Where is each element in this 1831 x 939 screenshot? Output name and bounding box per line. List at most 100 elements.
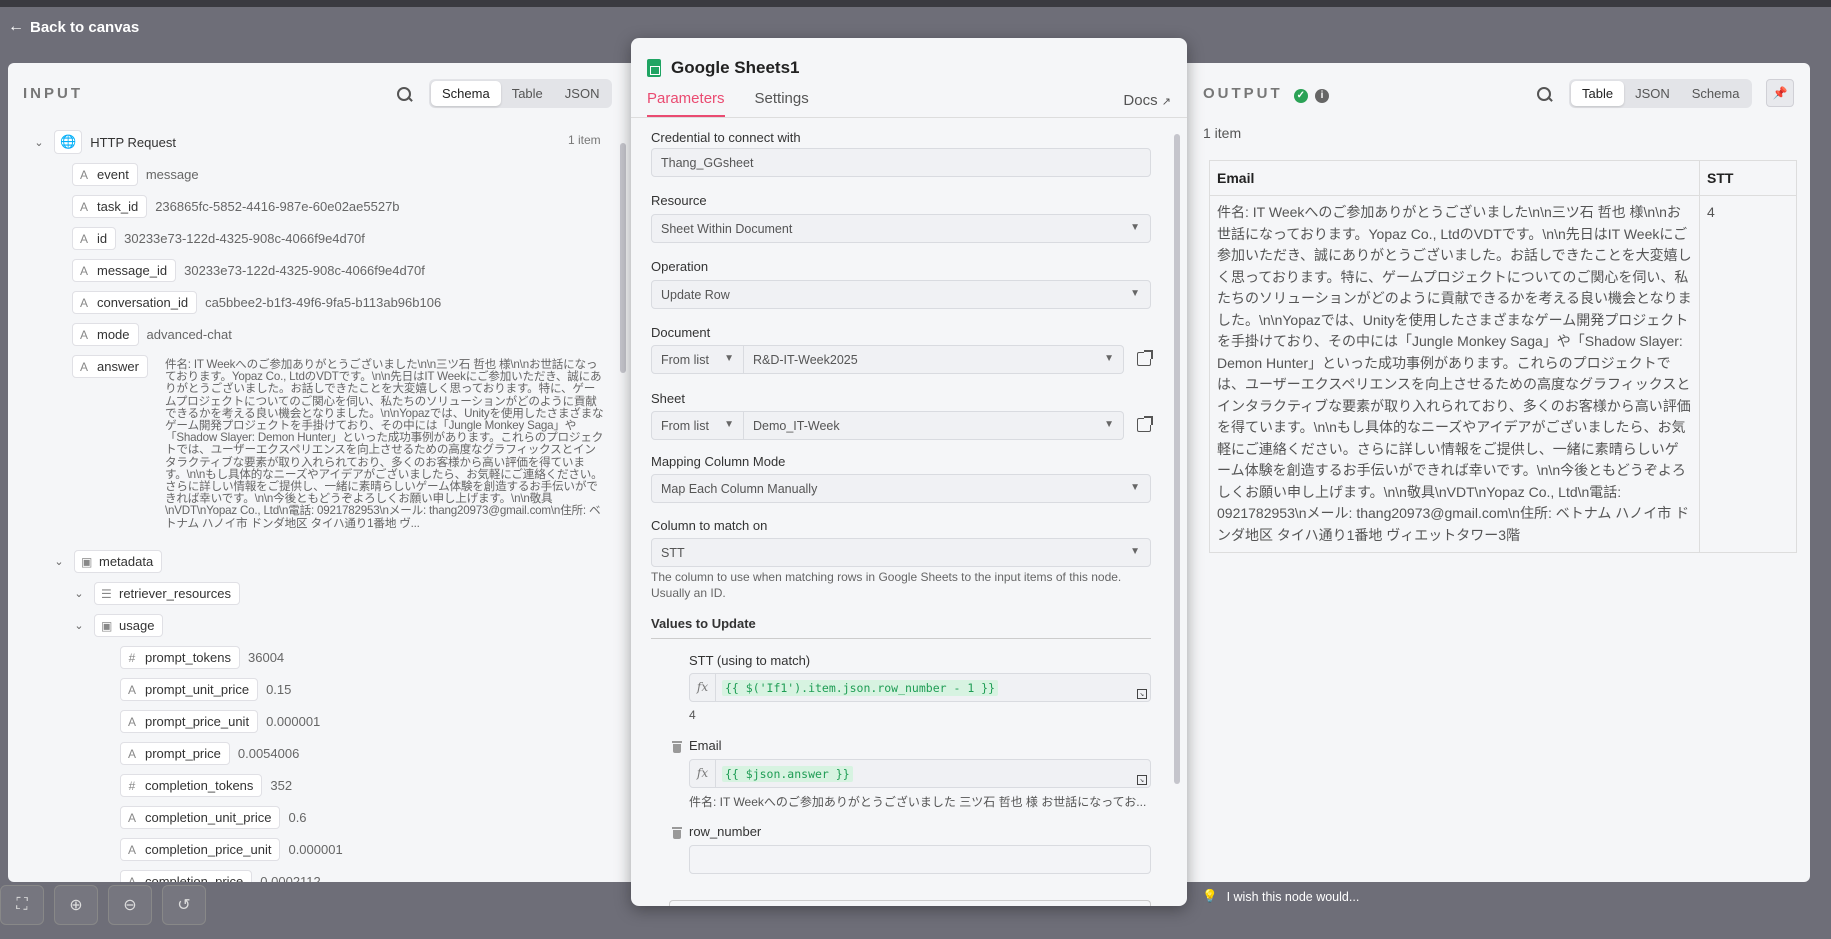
field-prompt-tokens[interactable]: # prompt_tokens 36004: [120, 646, 284, 669]
fit-view-icon[interactable]: ⛶: [0, 885, 44, 925]
stt-expression-code: {{ $('If1').item.json.row_number - 1 }}: [722, 680, 999, 696]
field-answer[interactable]: Aanswer: [72, 355, 148, 378]
chevron-down-icon[interactable]: ⌄: [72, 587, 86, 600]
list-icon: ☰: [101, 586, 112, 601]
open-external-icon[interactable]: [1137, 350, 1153, 366]
expand-icon[interactable]: ↘: [1137, 689, 1147, 699]
email-expression-input[interactable]: fx {{ $json.answer }} ↘: [689, 759, 1151, 788]
field-completion-price[interactable]: Acompletion_price 0.0002112: [120, 870, 321, 882]
document-mode-select[interactable]: From list ▼: [651, 345, 744, 374]
field-completion-unit-price[interactable]: Acompletion_unit_price 0.6: [120, 806, 307, 829]
chevron-down-icon: ▼: [1130, 288, 1140, 299]
tab-settings[interactable]: Settings: [755, 90, 809, 117]
input-view-json[interactable]: JSON: [554, 81, 611, 106]
email-field-label: Email: [689, 738, 722, 753]
chevron-down-icon[interactable]: ⌄: [52, 555, 66, 568]
credential-label: Credential to connect with: [651, 130, 801, 145]
chevron-down-icon: ▼: [1104, 353, 1114, 364]
sheet-select[interactable]: Demo_IT-Week ▼: [744, 411, 1124, 440]
docs-link[interactable]: Docs ↗: [1123, 92, 1171, 109]
search-icon[interactable]: [1537, 87, 1553, 103]
google-sheets-icon: [647, 59, 661, 77]
input-view-table[interactable]: Table: [501, 81, 554, 106]
node-tabs: Parameters Settings: [647, 90, 809, 117]
table-row: 件名: IT Weekへのご参加ありがとうございました\n\n三ツ石 哲也 様\…: [1209, 195, 1797, 553]
row-number-input[interactable]: [689, 845, 1151, 874]
feedback-link[interactable]: 💡 I wish this node would...: [1202, 889, 1359, 904]
stt-expression-input[interactable]: fx {{ $('If1').item.json.row_number - 1 …: [689, 673, 1151, 702]
field-task-id[interactable]: Atask_id 236865fc-5852-4416-987e-60e02ae5…: [72, 195, 400, 218]
row-number-field-label: row_number: [689, 824, 762, 839]
stt-expression-result: 4: [689, 708, 696, 722]
input-panel: INPUT Schema Table JSON ⌄ 🌐 HTTP Request…: [8, 63, 631, 882]
node-title-text[interactable]: Google Sheets1: [671, 58, 799, 78]
back-label: Back to canvas: [30, 18, 140, 36]
fx-icon: fx: [690, 760, 716, 787]
chevron-down-icon[interactable]: ⌄: [32, 136, 46, 149]
zoom-out-icon[interactable]: ⊖: [108, 885, 152, 925]
back-to-canvas-button[interactable]: ← Back to canvas: [8, 18, 139, 36]
field-prompt-unit-price[interactable]: Aprompt_unit_price 0.15: [120, 678, 291, 701]
field-message-id[interactable]: Amessage_id 30233e73-122d-4325-908c-4066f…: [72, 259, 425, 282]
field-prompt-price-unit[interactable]: Aprompt_price_unit 0.000001: [120, 710, 320, 733]
field-event[interactable]: Aevent message: [72, 163, 199, 186]
match-column-select[interactable]: STT ▼: [651, 538, 1151, 567]
zoom-in-icon[interactable]: ⊕: [54, 885, 98, 925]
reset-icon[interactable]: ↺: [162, 885, 206, 925]
info-icon[interactable]: i: [1315, 89, 1330, 103]
tree-node-retriever-resources[interactable]: ⌄ ☰ retriever_resources: [72, 582, 240, 605]
expand-icon[interactable]: ↘: [1137, 775, 1147, 785]
field-conversation-id[interactable]: Aconversation_id ca5bbee2-b1f3-49f6-9fa5-…: [72, 291, 441, 314]
output-view-json[interactable]: JSON: [1624, 81, 1681, 106]
success-check-icon: ✓: [1293, 89, 1308, 103]
answer-value: 件名: IT Weekへのご参加ありがとうございました\n\n三ツ石 哲也 様\…: [165, 358, 604, 530]
open-external-icon[interactable]: [1137, 416, 1153, 432]
document-select[interactable]: R&D-IT-Week2025 ▼: [744, 345, 1124, 374]
operation-label: Operation: [651, 259, 709, 274]
field-id[interactable]: Aid 30233e73-122d-4325-908c-4066f9e4d70f: [72, 227, 365, 250]
output-count: 1 item: [1203, 125, 1242, 141]
input-view-schema[interactable]: Schema: [431, 81, 501, 106]
field-completion-tokens[interactable]: # completion_tokens 352: [120, 774, 292, 797]
sheet-locator: From list ▼ Demo_IT-Week ▼: [651, 411, 1124, 440]
pin-icon[interactable]: 📌: [1766, 79, 1794, 107]
document-label: Document: [651, 325, 711, 340]
search-icon[interactable]: [397, 87, 413, 103]
field-completion-price-unit[interactable]: Acompletion_price_unit 0.000001: [120, 838, 343, 861]
chevron-down-icon: ▼: [724, 419, 734, 430]
globe-icon: 🌐: [54, 130, 83, 154]
resource-label: Resource: [651, 193, 707, 208]
tree-root-label: HTTP Request: [90, 134, 176, 150]
chevron-down-icon: ▼: [1130, 482, 1140, 493]
tree-node-usage[interactable]: ⌄ ▣ usage: [72, 614, 164, 637]
resource-select[interactable]: Sheet Within Document ▼: [651, 214, 1151, 243]
field-mode[interactable]: Amode advanced-chat: [72, 323, 232, 346]
operation-select[interactable]: Update Row ▼: [651, 280, 1151, 309]
output-title: OUTPUT ✓ i: [1203, 85, 1330, 103]
output-panel: OUTPUT ✓ i Table JSON Schema 📌 1 item Em…: [1186, 63, 1810, 882]
table-header-row: Email STT: [1209, 160, 1797, 196]
chevron-down-icon[interactable]: ⌄: [72, 619, 86, 632]
field-prompt-price[interactable]: Aprompt_price 0.0054006: [120, 742, 299, 765]
trash-icon[interactable]: [672, 741, 682, 753]
output-view-table[interactable]: Table: [1571, 81, 1625, 106]
object-icon: ▣: [81, 554, 93, 569]
mapping-mode-select[interactable]: Map Each Column Manually ▼: [651, 474, 1151, 503]
tree-root-http-request[interactable]: ⌄ 🌐 HTTP Request: [32, 130, 176, 154]
tab-parameters[interactable]: Parameters: [647, 90, 725, 117]
credential-select[interactable]: Thang_GGsheet: [651, 148, 1151, 177]
input-scrollbar[interactable]: [620, 143, 626, 373]
chevron-down-icon: ▼: [1104, 419, 1114, 430]
lightbulb-icon: 💡: [1202, 889, 1218, 903]
column-header-stt: STT: [1699, 160, 1797, 196]
top-bar: [0, 0, 1831, 7]
tree-node-metadata[interactable]: ⌄ ▣ metadata: [52, 550, 163, 573]
cell-stt[interactable]: 4: [1699, 195, 1797, 553]
cell-email[interactable]: 件名: IT Weekへのご参加ありがとうございました\n\n三ツ石 哲也 様\…: [1209, 195, 1700, 553]
sheet-mode-select[interactable]: From list ▼: [651, 411, 744, 440]
node-scrollbar[interactable]: [1174, 134, 1180, 784]
mapping-mode-label: Mapping Column Mode: [651, 454, 786, 469]
chevron-down-icon: ▼: [1130, 546, 1140, 557]
output-view-schema[interactable]: Schema: [1681, 81, 1751, 106]
trash-icon[interactable]: [672, 827, 682, 839]
